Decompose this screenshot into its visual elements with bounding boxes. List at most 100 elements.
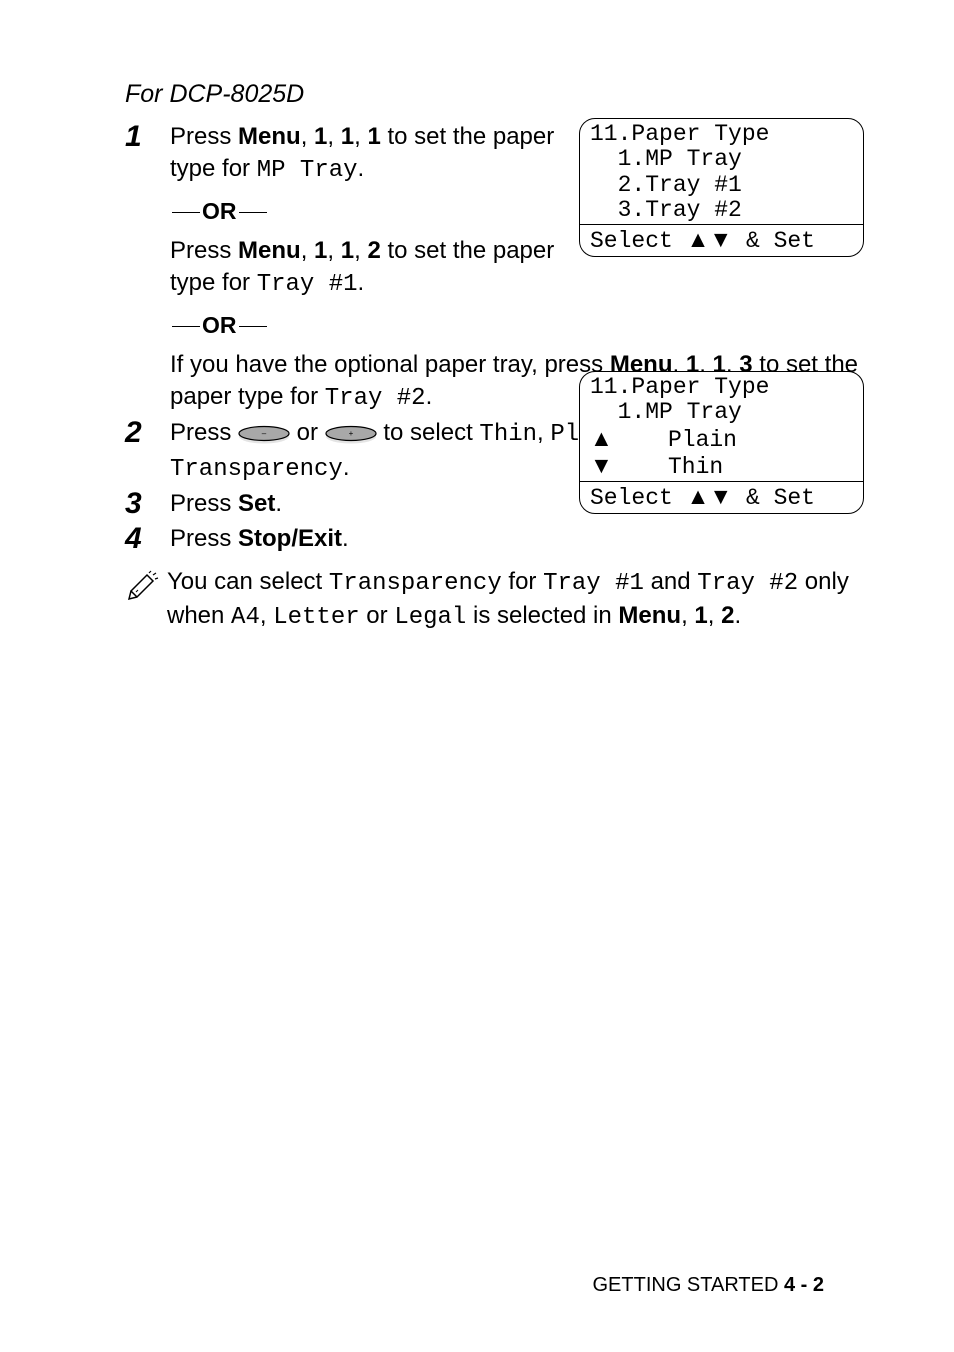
- lcd-text: & Set: [732, 228, 815, 254]
- text: is selected in: [466, 602, 618, 629]
- or-text: OR: [202, 198, 237, 224]
- key-label: 1: [314, 237, 327, 264]
- lcd-line: Select ▲▼ & Set: [590, 227, 853, 254]
- lcd-text: Plain: [613, 427, 737, 453]
- nav-up-button-icon: –: [238, 425, 290, 444]
- lcd-text: Select: [590, 228, 687, 254]
- lcd-line: 11.Paper Type: [590, 375, 853, 400]
- lcd-divider: [580, 481, 863, 482]
- text: .: [426, 383, 433, 410]
- note-text: You can select Transparency for Tray #1 …: [167, 566, 864, 635]
- lcd-display-2: 11.Paper Type 1.MP Tray ▲ Plain ▼ Thin S…: [579, 371, 864, 514]
- step-number: 1: [125, 121, 170, 152]
- key-label: Menu: [238, 237, 301, 264]
- key-label: 2: [367, 237, 380, 264]
- lcd-display-1: 11.Paper Type 1.MP Tray 2.Tray #1 3.Tray…: [579, 118, 864, 257]
- key-label: 1: [341, 123, 354, 150]
- text: or: [290, 419, 325, 446]
- step-text-block: Press Menu, 1, 1, 1 to set the paper typ…: [170, 121, 565, 341]
- text: Press: [170, 525, 238, 552]
- option-name: Transparency: [170, 456, 343, 483]
- text: for: [502, 568, 543, 595]
- updown-arrows-icon: ▲▼: [687, 483, 733, 509]
- text: .: [358, 269, 365, 296]
- text: ,: [708, 602, 721, 629]
- lcd-text: Thin: [613, 454, 723, 480]
- key-label: 1: [314, 123, 327, 150]
- text: Press: [170, 490, 238, 517]
- text: .: [342, 525, 349, 552]
- setting-name: MP Tray: [257, 157, 358, 184]
- footer-section: GETTING STARTED: [592, 1274, 778, 1296]
- option-name: Letter: [273, 604, 359, 631]
- text: ,: [327, 123, 340, 150]
- text: Press: [170, 237, 238, 264]
- page-number: 4 - 2: [778, 1274, 824, 1296]
- text: Press: [170, 419, 238, 446]
- key-label: 2: [721, 602, 734, 629]
- text: You can select: [167, 568, 329, 595]
- text: or: [360, 602, 395, 629]
- setting-name: Tray #2: [325, 385, 426, 412]
- lcd-text: Select: [590, 485, 687, 511]
- up-arrow-icon: ▲: [590, 425, 613, 451]
- dash-icon: [172, 212, 200, 213]
- lcd-text: & Set: [732, 485, 815, 511]
- text: ,: [301, 237, 314, 264]
- lcd-line: ▲ Plain: [590, 426, 853, 453]
- key-label: Menu: [238, 123, 301, 150]
- dash-icon: [239, 212, 267, 213]
- lcd-line: ▼ Thin: [590, 453, 853, 480]
- option-name: A4: [231, 604, 260, 631]
- or-separator: OR: [170, 310, 565, 341]
- dash-icon: [172, 326, 200, 327]
- lcd-line: 2.Tray #1: [590, 173, 853, 198]
- text: ,: [681, 602, 694, 629]
- text: and: [644, 568, 697, 595]
- svg-text:+: +: [348, 429, 353, 438]
- key-label: 1: [367, 123, 380, 150]
- key-label: 1: [694, 602, 707, 629]
- text: Press: [170, 123, 238, 150]
- or-text: OR: [202, 312, 237, 338]
- note-block: You can select Transparency for Tray #1 …: [125, 566, 864, 635]
- section-title: For DCP-8025D: [125, 80, 864, 109]
- text: If you have the optional paper tray, pre…: [170, 351, 610, 378]
- or-separator: OR: [170, 196, 565, 227]
- setting-name: Tray #2: [697, 570, 798, 597]
- option-name: Thin: [479, 421, 537, 448]
- step-number: 3: [125, 488, 170, 519]
- note-icon: [125, 566, 167, 608]
- lcd-line: 11.Paper Type: [590, 122, 853, 147]
- key-label: Menu: [618, 602, 681, 629]
- lcd-line: Select ▲▼ & Set: [590, 484, 853, 511]
- text: ,: [260, 602, 273, 629]
- page-footer: GETTING STARTED 4 - 2: [592, 1274, 824, 1297]
- step-body: Press Stop/Exit.: [170, 523, 864, 555]
- text: ,: [327, 237, 340, 264]
- lcd-line: 1.MP Tray: [590, 147, 853, 172]
- dash-icon: [239, 326, 267, 327]
- lcd-line: 3.Tray #2: [590, 198, 853, 223]
- key-label: Stop/Exit: [238, 525, 342, 552]
- lcd-divider: [580, 224, 863, 225]
- text: .: [343, 454, 350, 481]
- text: to select: [377, 419, 480, 446]
- text: .: [275, 490, 282, 517]
- text: ,: [537, 419, 550, 446]
- lcd-line: 1.MP Tray: [590, 400, 853, 425]
- svg-text:–: –: [262, 429, 267, 438]
- key-label: 1: [341, 237, 354, 264]
- text: ,: [301, 123, 314, 150]
- updown-arrows-icon: ▲▼: [687, 226, 733, 252]
- text: .: [734, 602, 741, 629]
- text: ,: [354, 237, 367, 264]
- text: ,: [354, 123, 367, 150]
- step-number: 2: [125, 417, 170, 448]
- nav-down-button-icon: +: [325, 425, 377, 444]
- setting-name: Tray #1: [543, 570, 644, 597]
- key-label: Set: [238, 490, 275, 517]
- step-4: 4 Press Stop/Exit.: [125, 523, 864, 555]
- text: .: [358, 155, 365, 182]
- step-number: 4: [125, 523, 170, 554]
